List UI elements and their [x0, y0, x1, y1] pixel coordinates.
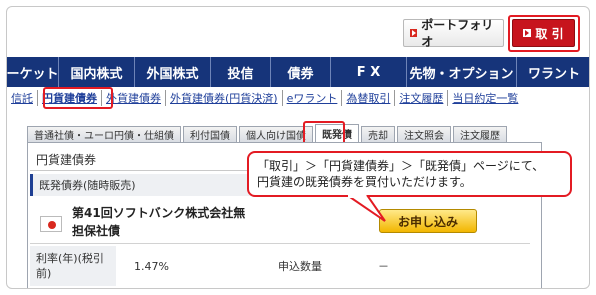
- nav-item-foreign-stock[interactable]: 外国株式: [135, 57, 211, 87]
- bond-info-row: 利率(年)(税引前) 1.47% 申込数量 －: [30, 246, 530, 286]
- main-nav: ーケット 国内株式 外国株式 投信 債券 F X 先物・オプション ワラント: [7, 57, 589, 87]
- tab-jgb[interactable]: 利付国債: [183, 126, 237, 142]
- nav-item-bonds[interactable]: 債券: [271, 57, 331, 87]
- japan-flag-icon: [40, 216, 62, 232]
- quantity-value: －: [378, 260, 389, 273]
- quantity-label: 申込数量: [278, 260, 322, 273]
- tab-order-inquiry[interactable]: 注文照会: [397, 126, 451, 142]
- bond-name-line-1: 第41回ソフトバンク株式会社無: [72, 206, 246, 220]
- trade-highlight-box: [508, 15, 580, 52]
- sublink-ewarrant[interactable]: eワラント: [283, 90, 343, 106]
- tab-sell[interactable]: 売却: [361, 126, 395, 142]
- tab-retail-jgb[interactable]: 個人向け国債: [239, 126, 313, 142]
- nav-item-futures-options[interactable]: 先物・オプション: [407, 57, 517, 87]
- callout-line-1: 「取引」＞「円貨建債券」＞「既発債」ページにて、: [257, 159, 545, 173]
- nav-item-fx[interactable]: F X: [331, 57, 407, 87]
- screenshot-frame: ポートフォリオ 取 引 ーケット 国内株式 外国株式 投信 債券 F X 先物・…: [6, 6, 590, 289]
- nav-item-market[interactable]: ーケット: [7, 57, 59, 87]
- sublink-order-history[interactable]: 注文履歴: [395, 90, 449, 106]
- nav-item-funds[interactable]: 投信: [211, 57, 271, 87]
- tab-corporate-bonds[interactable]: 普通社債・ユーロ円債・仕組債: [27, 126, 181, 142]
- sublink-today-executions[interactable]: 当日約定一覧: [448, 90, 522, 106]
- sublink-fx-trade[interactable]: 為替取引: [342, 90, 396, 106]
- tab-order-history[interactable]: 注文履歴: [453, 126, 507, 142]
- yen-bonds-highlight-box: [43, 87, 113, 109]
- bond-name: 第41回ソフトバンク株式会社無 担保社債: [72, 204, 245, 240]
- bond-tabs: 普通社債・ユーロ円債・仕組債 利付国債 個人向け国債 既発債 売却 注文照会 注…: [27, 124, 509, 142]
- sublink-trust[interactable]: 信託: [7, 90, 38, 106]
- nav-item-warrants[interactable]: ワラント: [517, 57, 589, 87]
- instruction-callout: 「取引」＞「円貨建債券」＞「既発債」ページにて、 円貨建の既発債券を買付いただけ…: [247, 151, 572, 197]
- rate-value: 1.47%: [134, 259, 169, 273]
- portfolio-button[interactable]: ポートフォリオ: [403, 18, 504, 49]
- nav-item-domestic-stock[interactable]: 国内株式: [59, 57, 135, 87]
- arrow-icon: [410, 29, 418, 37]
- rate-label: 利率(年)(税引前): [30, 246, 116, 286]
- sublink-foreign-bonds-yen[interactable]: 外貨建債券(円貨決済): [166, 90, 283, 106]
- bond-row: 第41回ソフトバンク株式会社無 担保社債 お申し込み: [30, 200, 530, 244]
- portfolio-label: ポートフォリオ: [421, 18, 494, 49]
- panel-title: 円貨建債券: [36, 153, 97, 167]
- callout-line-2: 円貨建の既発債券を買付いただけます。: [257, 175, 472, 189]
- callout-tail: [346, 195, 386, 222]
- bond-name-line-2: 担保社債: [72, 224, 121, 238]
